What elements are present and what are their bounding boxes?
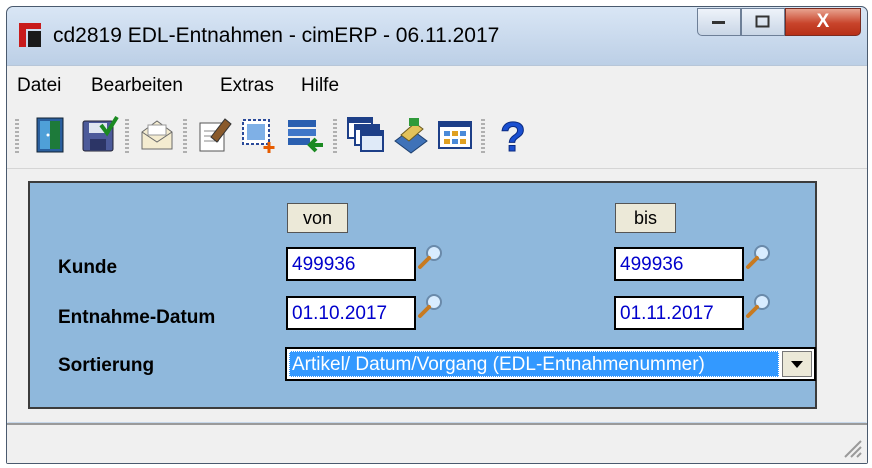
- kunde-bis-field[interactable]: 499936: [614, 247, 744, 281]
- kunde-von-field[interactable]: 499936: [286, 247, 416, 281]
- minimize-button[interactable]: [697, 8, 741, 36]
- toolbar: ?: [7, 102, 867, 169]
- edit-document-icon[interactable]: [195, 115, 235, 155]
- toolbar-grip[interactable]: [15, 119, 19, 153]
- chevron-down-icon: [791, 360, 803, 368]
- exit-door-icon[interactable]: [31, 115, 71, 155]
- new-record-icon[interactable]: [239, 115, 279, 155]
- sortierung-label: Sortierung: [58, 355, 155, 376]
- toolbar-separator: [333, 119, 337, 153]
- app-window: cd2819 EDL-Entnahmen - cimERP - 06.11.20…: [6, 6, 868, 464]
- toolbar-separator: [125, 119, 129, 153]
- grid-view-icon[interactable]: [435, 115, 475, 155]
- windows-icon[interactable]: [345, 115, 385, 155]
- caption-buttons: X: [697, 8, 861, 38]
- help-icon[interactable]: ?: [493, 113, 533, 161]
- close-button[interactable]: X: [785, 8, 861, 36]
- save-icon[interactable]: [79, 115, 119, 155]
- svg-text:?: ?: [500, 115, 526, 155]
- window-title: cd2819 EDL-Entnahmen - cimERP - 06.11.20…: [53, 24, 500, 47]
- menu-extras[interactable]: Extras: [220, 75, 274, 97]
- filter-panel: von bis Kunde 499936 499936 Entnahme-Dat…: [28, 181, 817, 409]
- maximize-icon: [755, 15, 770, 28]
- app-logo-icon: [19, 23, 41, 47]
- book-icon[interactable]: [391, 115, 431, 155]
- datum-von-lookup-icon[interactable]: [417, 293, 443, 319]
- entnahme-datum-label: Entnahme-Datum: [58, 307, 216, 328]
- resize-grip-icon[interactable]: [841, 437, 863, 459]
- status-bar: [7, 423, 867, 463]
- bis-header: bis: [615, 203, 676, 233]
- entnahme-datum-bis-field[interactable]: 01.11.2017: [614, 296, 744, 330]
- menu-datei[interactable]: Datei: [17, 75, 61, 97]
- dropdown-arrow-button[interactable]: [782, 351, 812, 377]
- title-bar[interactable]: cd2819 EDL-Entnahmen - cimERP - 06.11.20…: [7, 7, 867, 65]
- sortierung-selected-value: Artikel/ Datum/Vorgang (EDL-Entnahmenumm…: [289, 351, 779, 377]
- close-icon: X: [816, 11, 830, 32]
- kunde-von-lookup-icon[interactable]: [417, 244, 443, 270]
- content-area: von bis Kunde 499936 499936 Entnahme-Dat…: [7, 169, 867, 422]
- kunde-label: Kunde: [58, 257, 118, 278]
- sortierung-select[interactable]: Artikel/ Datum/Vorgang (EDL-Entnahmenumm…: [285, 347, 816, 381]
- menu-hilfe[interactable]: Hilfe: [301, 75, 339, 97]
- toolbar-separator: [481, 119, 485, 153]
- kunde-bis-lookup-icon[interactable]: [745, 244, 771, 270]
- toolbar-separator: [183, 119, 187, 153]
- von-header: von: [287, 203, 348, 233]
- maximize-button[interactable]: [741, 8, 785, 36]
- minimize-icon: [712, 21, 725, 24]
- datum-bis-lookup-icon[interactable]: [745, 293, 771, 319]
- menu-bearbeiten[interactable]: Bearbeiten: [91, 75, 183, 97]
- mail-icon[interactable]: [137, 115, 177, 155]
- entnahme-datum-von-field[interactable]: 01.10.2017: [286, 296, 416, 330]
- import-list-icon[interactable]: [285, 115, 325, 155]
- menu-bar: Datei Bearbeiten Extras Hilfe: [7, 65, 867, 103]
